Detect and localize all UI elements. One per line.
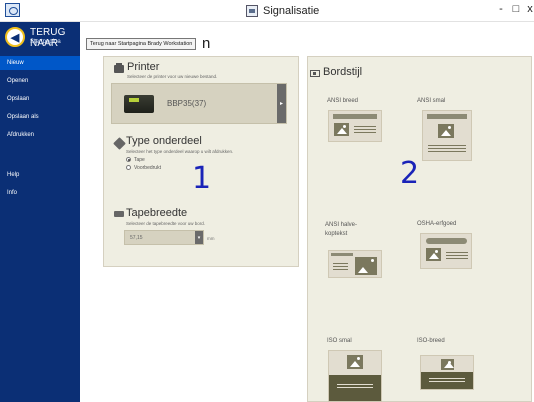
- window-title: Signalisatie: [263, 5, 320, 17]
- annotation-number-1: 1: [192, 161, 212, 196]
- back-subtitle[interactable]: Startpagina: [30, 39, 61, 45]
- title-bar: Signalisatie - □ x: [0, 0, 534, 22]
- style-thumb-iso-smal[interactable]: [328, 350, 382, 402]
- sidebar-item-nieuw[interactable]: Nieuw: [0, 56, 80, 70]
- tape-width-subtitle: Selecteer de tapebreedte voor uw bord.: [126, 221, 206, 226]
- printer-subtitle: Selecteer de printer voor uw nieuwe best…: [127, 74, 218, 79]
- style-thumb-ansi-smal[interactable]: [422, 110, 472, 161]
- sidebar-item-opslaan-als[interactable]: Opslaan als: [0, 110, 80, 124]
- board-style-title: Bordstijl: [323, 66, 363, 78]
- tape-width-title: Tapebreedte: [126, 207, 188, 219]
- app-menu-icon[interactable]: [5, 3, 20, 17]
- style-label-iso-breed[interactable]: ISO-breed: [417, 338, 445, 344]
- chevron-right-icon[interactable]: ▸: [277, 84, 286, 123]
- back-tooltip: Terug naar Startpagina Brady Workstation: [86, 38, 197, 50]
- sidebar: ◀ TERUG NAAR Startpagina Nieuw Openen Op…: [0, 22, 80, 402]
- part-type-subtitle: Selecteer het type onderdeel waarop u wi…: [126, 149, 234, 154]
- style-label-ansi-halve-koptekst[interactable]: ANSI halve- koptekst: [325, 221, 357, 239]
- board-style-icon: [310, 70, 320, 77]
- tape-width-select[interactable]: 57,15 ▾: [124, 230, 204, 245]
- printer-image: [124, 94, 154, 113]
- sidebar-item-opslaan[interactable]: Opslaan: [0, 92, 80, 106]
- page-heading: n: [202, 35, 211, 52]
- printer-icon: [114, 63, 124, 73]
- printer-select[interactable]: BBP35(37) ▸: [111, 83, 287, 124]
- tape-width-unit: mm: [207, 236, 215, 241]
- sidebar-item-help[interactable]: Help: [0, 168, 80, 182]
- style-label-osha-erfgoed[interactable]: OSHA-erfgoed: [417, 221, 456, 227]
- style-label-ansi-smal[interactable]: ANSI smal: [417, 98, 445, 104]
- chevron-down-icon[interactable]: ▾: [195, 231, 203, 244]
- app-window: Signalisatie - □ x ◀ TERUG NAAR Startpag…: [0, 0, 534, 402]
- tape-icon: [114, 211, 124, 217]
- style-thumb-ansi-halve-koptekst[interactable]: [328, 250, 382, 278]
- sidebar-item-openen[interactable]: Openen: [0, 74, 80, 88]
- tape-width-value: 57,15: [130, 235, 143, 241]
- minimize-button[interactable]: -: [494, 3, 508, 15]
- radio-voorbedrukt-label[interactable]: Voorbedrukt: [134, 165, 161, 171]
- style-thumb-ansi-breed[interactable]: [328, 110, 382, 142]
- printer-title: Printer: [127, 61, 160, 73]
- style-label-iso-smal[interactable]: ISO smal: [327, 338, 352, 344]
- document-icon: [246, 5, 258, 17]
- sidebar-item-info[interactable]: Info: [0, 186, 80, 200]
- printer-name: BBP35(37): [167, 99, 207, 108]
- sidebar-item-afdrukken[interactable]: Afdrukken: [0, 128, 80, 142]
- style-thumb-iso-breed[interactable]: [420, 355, 474, 390]
- style-thumb-osha-erfgoed[interactable]: [420, 233, 472, 269]
- radio-tape[interactable]: [126, 157, 131, 162]
- part-type-title: Type onderdeel: [126, 135, 202, 147]
- window-title-group: Signalisatie: [246, 3, 319, 19]
- style-label-ansi-breed[interactable]: ANSI breed: [327, 98, 358, 104]
- radio-voorbedrukt[interactable]: [126, 165, 131, 170]
- back-title[interactable]: TERUG NAAR: [30, 27, 80, 49]
- close-button[interactable]: x: [523, 3, 534, 15]
- radio-tape-label[interactable]: Tape: [134, 157, 145, 163]
- back-arrow-icon[interactable]: ◀: [5, 27, 25, 47]
- annotation-number-2: 2: [400, 156, 420, 191]
- maximize-button[interactable]: □: [509, 3, 523, 15]
